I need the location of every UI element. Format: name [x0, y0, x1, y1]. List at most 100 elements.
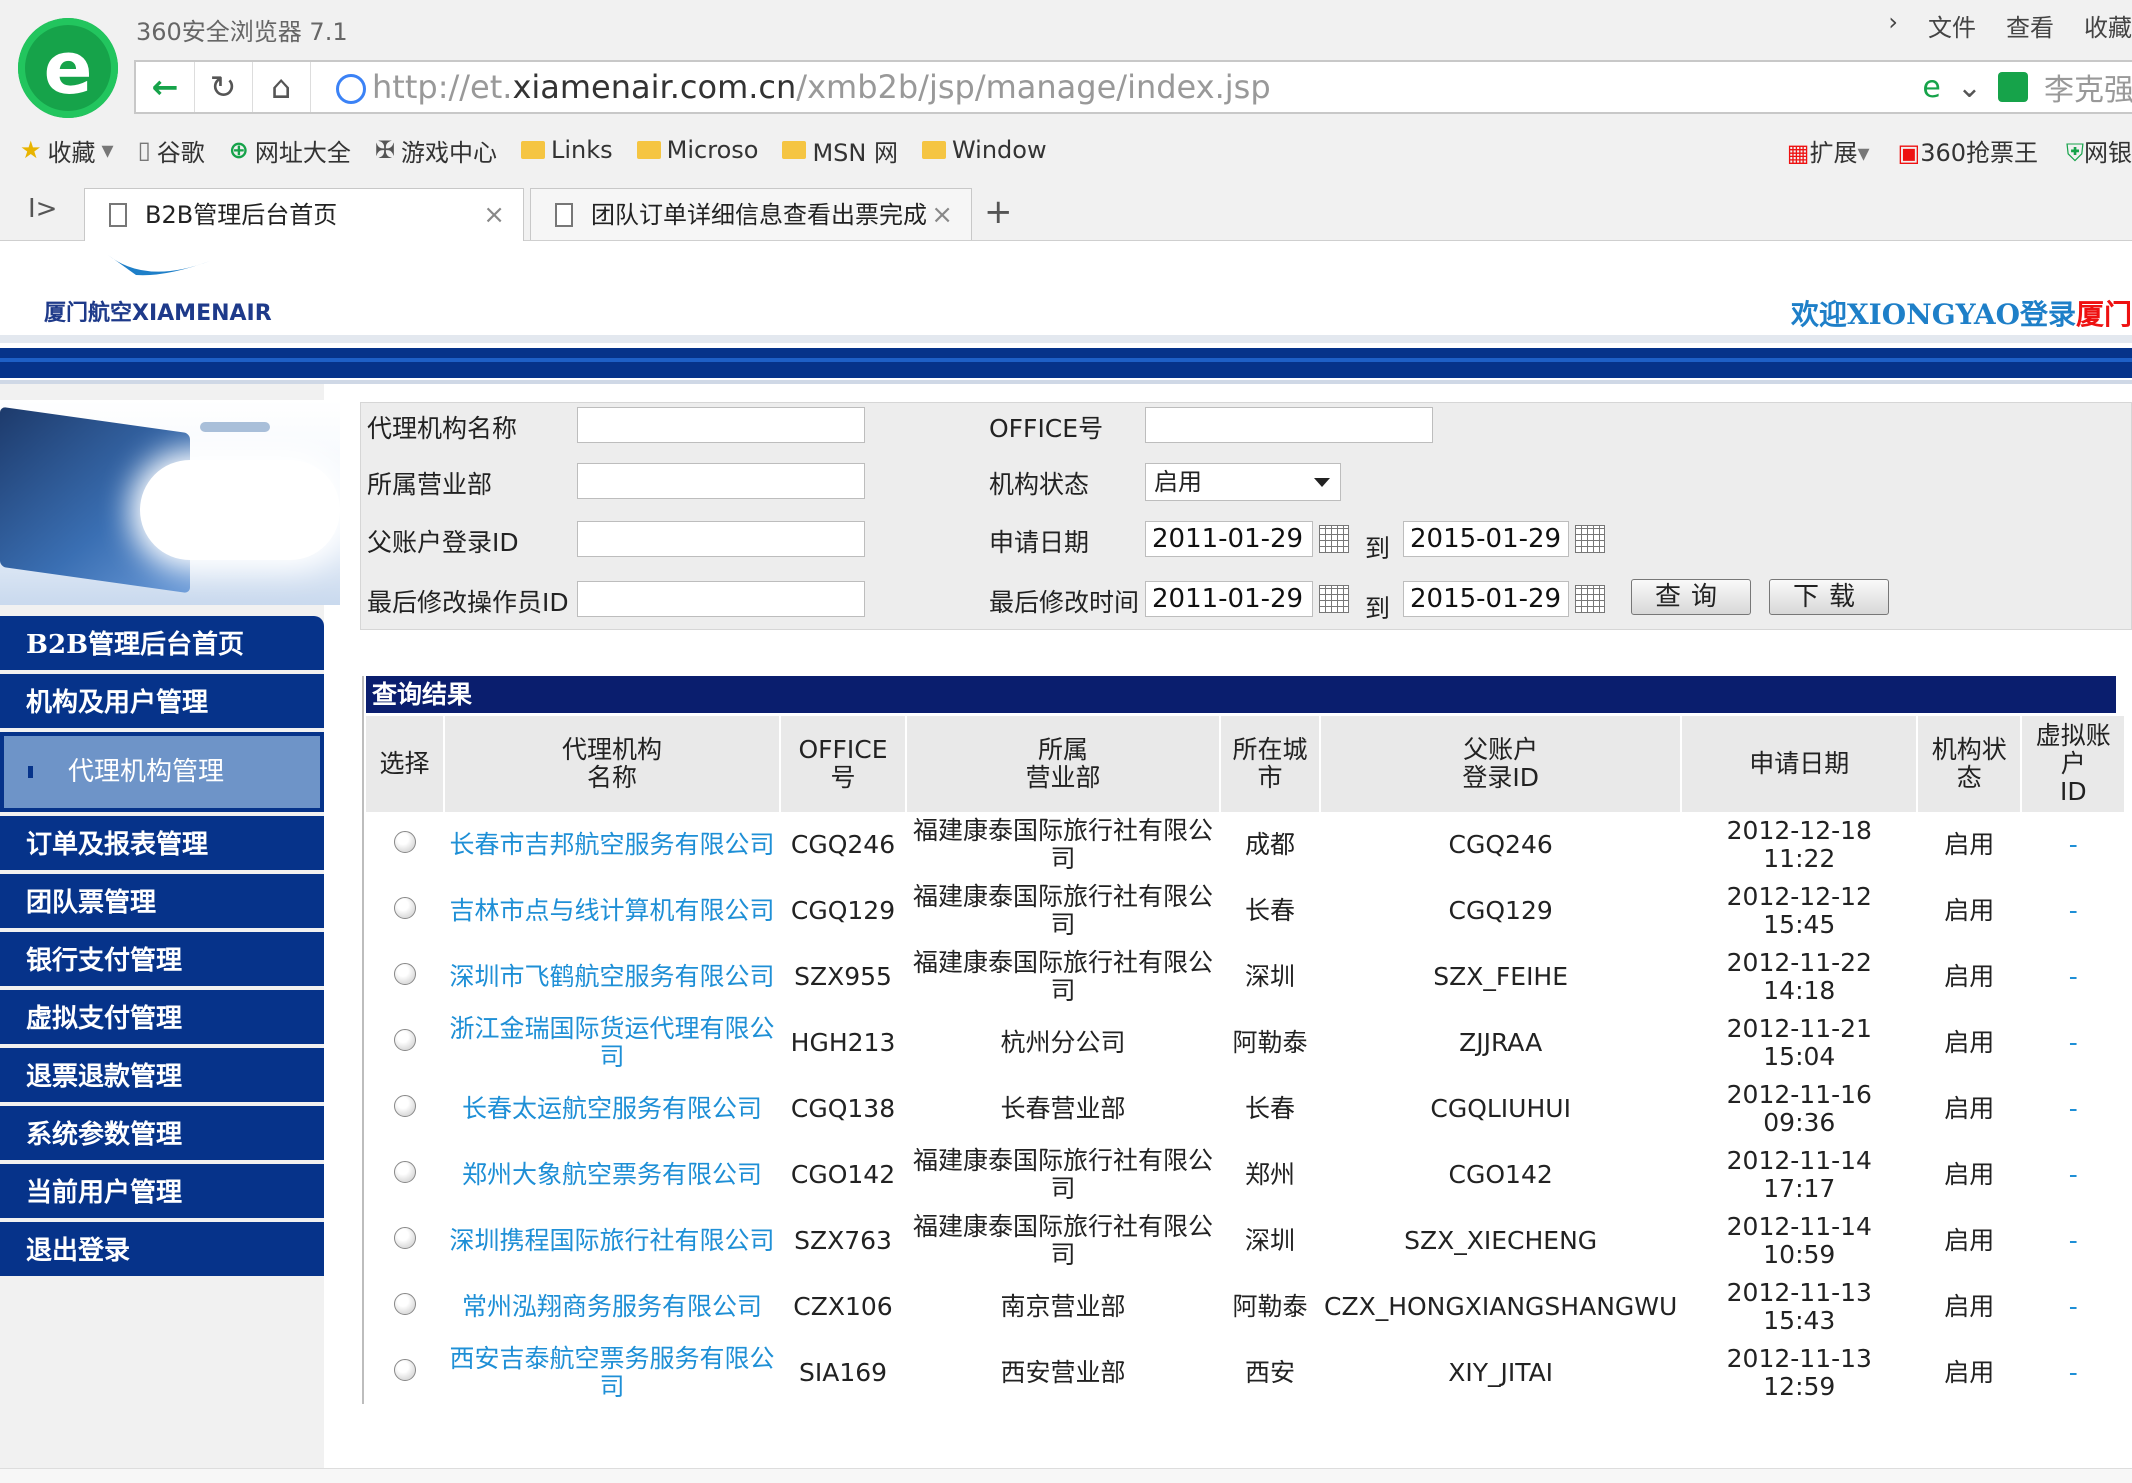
column-header-apply-date: 申请日期 [1681, 716, 1919, 812]
agency-name-link[interactable]: 吉林市点与线计算机有限公司 [444, 878, 780, 944]
sidebar-item-refunds[interactable]: 退票退款管理 [0, 1048, 324, 1106]
back-arrow-icon[interactable]: ← [136, 62, 195, 112]
calendar-icon[interactable] [1319, 585, 1349, 613]
table-row[interactable]: 常州泓翔商务服务有限公司 CZX106 南京营业部 阿勒泰 CZX_HONGXIANGS… [366, 1274, 2125, 1340]
row-select-radio[interactable] [366, 878, 444, 944]
agency-name-link[interactable]: 深圳市飞鹤航空服务有限公司 [444, 944, 780, 1010]
online-banking-button[interactable]: ⛨网银 [2066, 133, 2132, 168]
row-select-radio[interactable] [366, 1340, 444, 1406]
download-button[interactable]: 下载 [1769, 579, 1889, 615]
sidebar-item-current-user[interactable]: 当前用户管理 [0, 1164, 324, 1222]
agency-name-link[interactable]: 郑州大象航空票务有限公司 [444, 1142, 780, 1208]
radio-button[interactable] [394, 831, 416, 853]
agency-name-link[interactable]: 西安吉泰航空票务服务有限公司 [444, 1340, 780, 1406]
office-input[interactable] [1145, 407, 1433, 443]
bookmark-url-directory[interactable]: ⊕ 网址大全 [229, 133, 351, 168]
table-header-row: 选择 代理机构 名称 OFFICE 号所属 营业部 所在城市父账户 登录ID 申请日期 机构状态虚… [366, 716, 2127, 812]
close-icon[interactable]: × [931, 189, 953, 240]
new-tab-plus-icon[interactable]: + [984, 192, 1013, 232]
last-operator-input[interactable] [577, 581, 865, 617]
query-button[interactable]: 查询 [1631, 579, 1751, 615]
calendar-icon[interactable] [1575, 585, 1605, 613]
sidebar-item-virtual-payment[interactable]: 虚拟支付管理 [0, 990, 324, 1048]
table-row[interactable]: 西安吉泰航空票务服务有限公司 SIA169 西安营业部 西安 XIY_JITAI 2012… [366, 1340, 2125, 1406]
menu-arrow-icon[interactable]: › [1888, 8, 1898, 43]
status-select[interactable]: 启用 [1145, 463, 1341, 501]
row-select-radio[interactable] [366, 1274, 444, 1340]
table-row[interactable]: 吉林市点与线计算机有限公司 CGQ129 福建康泰国际旅行社有限公司 长春 CGQ129… [366, 878, 2125, 944]
sidebar-item-bank-payment[interactable]: 银行支付管理 [0, 932, 324, 990]
refresh-icon[interactable]: ↻ [194, 62, 253, 112]
menu-favorites[interactable]: 收藏 [2084, 8, 2132, 43]
radio-button[interactable] [394, 1095, 416, 1117]
bookmark-game-center[interactable]: ✠ 游戏中心 [375, 133, 497, 168]
sidebar-item-logout[interactable]: 退出登录 [0, 1222, 324, 1280]
row-select-radio[interactable] [366, 1076, 444, 1142]
mod-date-from-input[interactable]: 2011-01-29 [1145, 581, 1313, 617]
sidebar-toggle-icon[interactable]: I> [28, 194, 57, 224]
extensions-button[interactable]: ▦扩展▾ [1787, 133, 1870, 168]
search-engine-icon[interactable] [1998, 72, 2028, 102]
agency-name-link[interactable]: 常州泓翔商务服务有限公司 [444, 1274, 780, 1340]
radio-button[interactable] [394, 1359, 416, 1381]
agency-name-input[interactable] [577, 407, 865, 443]
agency-name-link[interactable]: 长春太运航空服务有限公司 [444, 1076, 780, 1142]
radio-button[interactable] [394, 1029, 416, 1051]
apply-date-from-input[interactable]: 2011-01-29 [1145, 521, 1313, 557]
table-row[interactable]: 深圳市飞鹤航空服务有限公司 SZX955 福建康泰国际旅行社有限公司 深圳 SZX_FE… [366, 944, 2125, 1010]
bookmark-google[interactable]: ▯ 谷歌 [138, 133, 205, 168]
radio-button[interactable] [394, 963, 416, 985]
table-row[interactable]: 长春市吉邦航空服务有限公司 CGQ246 福建康泰国际旅行社有限公司 成都 CGQ246… [366, 812, 2125, 878]
bookmark-links[interactable]: Links [521, 136, 613, 164]
agency-name-link[interactable]: 深圳携程国际旅行社有限公司 [444, 1208, 780, 1274]
tab-group-order[interactable]: 团队订单详细信息查看出票完成 × [530, 188, 972, 240]
row-select-radio[interactable] [366, 1142, 444, 1208]
agency-name-link[interactable]: 浙江金瑞国际货运代理有限公司 [444, 1010, 780, 1076]
status-cell: 启用 [1944, 962, 1995, 991]
mod-date-to-input[interactable]: 2015-01-29 [1403, 581, 1569, 617]
dropdown-chevron-icon[interactable]: ⌄ [1957, 70, 1982, 105]
row-select-radio[interactable] [366, 1010, 444, 1076]
menu-view[interactable]: 查看 [2006, 8, 2054, 43]
agency-name-link[interactable]: 长春市吉邦航空服务有限公司 [444, 812, 780, 878]
sidebar-item-agency-user-mgmt[interactable]: 机构及用户管理 [0, 674, 324, 732]
radio-button[interactable] [394, 1161, 416, 1183]
sidebar-item-orders-reports[interactable]: 订单及报表管理 [0, 816, 324, 874]
radio-button[interactable] [394, 1293, 416, 1315]
sidebar-subitem-agency-mgmt[interactable]: 代理机构管理 [4, 736, 320, 808]
url-input[interactable]: http://et.xiamenair.com.cn/xmb2b/jsp/man… [372, 62, 1271, 112]
branch-cell: 福建康泰国际旅行社有限公司 [912, 882, 1213, 939]
sidebar-item-group-tickets[interactable]: 团队票管理 [0, 874, 324, 932]
sidebar-item-home[interactable]: B2B管理后台首页 [0, 616, 324, 674]
row-select-radio[interactable] [366, 944, 444, 1010]
row-select-radio[interactable] [366, 812, 444, 878]
tab-b2b-home[interactable]: B2B管理后台首页 × [84, 188, 524, 241]
bookmark-favorites[interactable]: ★ 收藏 ▾ [20, 133, 114, 168]
radio-button[interactable] [394, 1227, 416, 1249]
table-row[interactable]: 郑州大象航空票务有限公司 CGO142 福建康泰国际旅行社有限公司 郑州 CGO142 2… [366, 1142, 2125, 1208]
virtual-account-cell: - [2068, 896, 2078, 925]
radio-button[interactable] [394, 897, 416, 919]
bookmark-msn[interactable]: MSN 网 [782, 133, 898, 168]
table-row[interactable]: 深圳携程国际旅行社有限公司 SZX763 福建康泰国际旅行社有限公司 深圳 SZX_XI… [366, 1208, 2125, 1274]
page-icon [555, 203, 573, 227]
search-user-text[interactable]: 李克强 [2044, 65, 2132, 109]
calendar-icon[interactable] [1575, 525, 1605, 553]
ticket-grabber-button[interactable]: ▣360抢票王 [1898, 133, 2039, 168]
home-icon[interactable]: ⌂ [252, 62, 311, 112]
column-header-office: OFFICE 号 [780, 716, 907, 812]
table-row[interactable]: 浙江金瑞国际货运代理有限公司 HGH213 杭州分公司 阿勒泰 ZJJRAA 2012-1… [366, 1010, 2125, 1076]
bookmark-windows[interactable]: Window [921, 136, 1047, 164]
branch-input[interactable] [577, 463, 865, 499]
calendar-icon[interactable] [1319, 525, 1349, 553]
close-icon[interactable]: × [483, 189, 505, 241]
menu-file[interactable]: 文件 [1928, 8, 1976, 43]
ie-mode-icon[interactable]: e [1922, 70, 1940, 105]
apply-date-cell: 2012-11-22 14:18 [1681, 944, 1917, 1010]
row-select-radio[interactable] [366, 1208, 444, 1274]
parent-id-input[interactable] [577, 521, 865, 557]
table-row[interactable]: 长春太运航空服务有限公司 CGQ138 长春营业部 长春 CGQLIUHUI 2012-1… [366, 1076, 2125, 1142]
sidebar-item-system-params[interactable]: 系统参数管理 [0, 1106, 324, 1164]
bookmark-microsoft[interactable]: Microso [636, 136, 758, 164]
apply-date-to-input[interactable]: 2015-01-29 [1403, 521, 1569, 557]
